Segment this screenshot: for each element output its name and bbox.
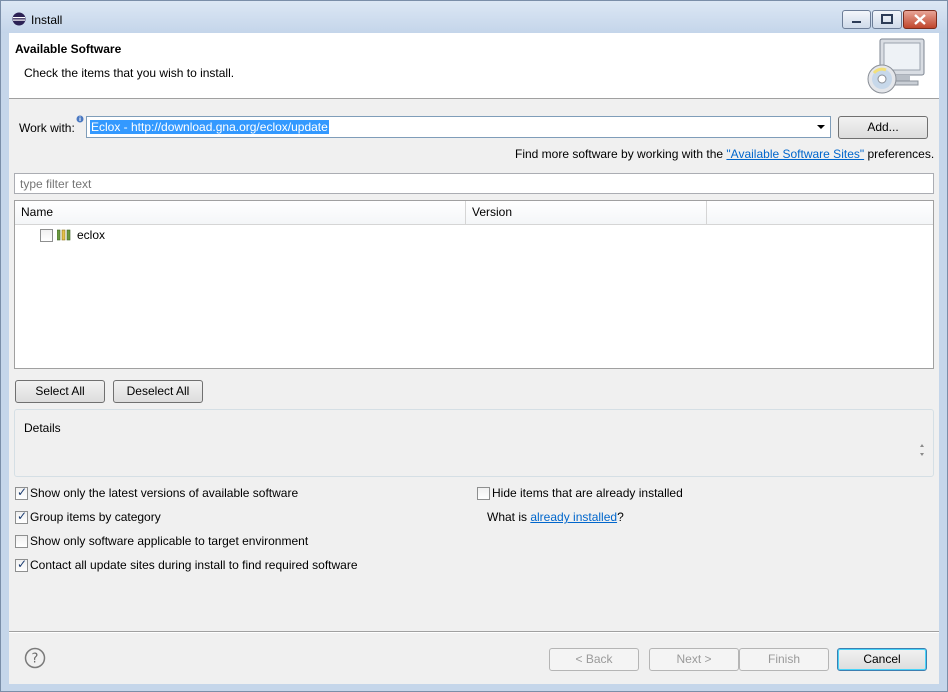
- finish-button[interactable]: Finish: [739, 648, 829, 671]
- available-software-sites-link[interactable]: "Available Software Sites": [726, 147, 864, 161]
- contact-update-sites-checkbox[interactable]: [15, 557, 28, 572]
- cancel-button[interactable]: Cancel: [837, 648, 927, 671]
- work-with-combo[interactable]: Eclox - http://download.gna.org/eclox/up…: [86, 116, 831, 138]
- latest-versions-label: Show only the latest versions of availab…: [30, 486, 299, 500]
- dialog-header: Available Software Check the items that …: [9, 33, 939, 99]
- maximize-button[interactable]: [872, 10, 902, 29]
- details-group: Details: [14, 409, 934, 477]
- contact-update-sites-label: Contact all update sites during install …: [30, 558, 358, 572]
- hide-installed-label: Hide items that are already installed: [492, 486, 683, 500]
- close-icon: [914, 14, 926, 25]
- feature-icon: [57, 229, 71, 241]
- next-button[interactable]: Next >: [649, 648, 739, 671]
- install-window: Install Available Software Check the ite…: [0, 0, 948, 692]
- what-is-prefix: What is: [487, 510, 531, 524]
- eclipse-icon: [12, 12, 26, 26]
- target-environment-label: Show only software applicable to target …: [30, 534, 309, 548]
- more-software-prefix: Find more software by working with the: [515, 147, 727, 161]
- page-title: Available Software: [15, 42, 122, 56]
- minimize-button[interactable]: [842, 10, 871, 29]
- details-label: Details: [23, 421, 62, 435]
- dialog-body: Available Software Check the items that …: [9, 33, 939, 684]
- maximize-icon: [881, 14, 893, 24]
- target-environment-checkbox[interactable]: [15, 535, 28, 548]
- column-header-version[interactable]: Version: [466, 201, 707, 224]
- what-is-suffix: ?: [617, 510, 624, 524]
- more-software-text: Find more software by working with the "…: [515, 147, 934, 161]
- window-title: Install: [31, 13, 63, 27]
- svg-text:?: ?: [32, 652, 39, 667]
- filter-field[interactable]: [14, 173, 934, 194]
- title-bar[interactable]: Install: [1, 1, 947, 33]
- eclox-name: eclox: [77, 228, 106, 242]
- group-by-category-checkbox[interactable]: [15, 509, 28, 524]
- hide-installed-checkbox[interactable]: [477, 487, 490, 500]
- work-with-label: Work with:: [19, 121, 75, 135]
- back-button[interactable]: < Back: [549, 648, 639, 671]
- select-all-button[interactable]: Select All: [15, 380, 105, 403]
- help-icon[interactable]: ?: [24, 647, 46, 669]
- page-description: Check the items that you wish to install…: [24, 66, 235, 80]
- more-software-suffix: preferences.: [864, 147, 935, 161]
- info-icon: [76, 115, 84, 123]
- filter-input[interactable]: [18, 176, 922, 192]
- group-by-category-label: Group items by category: [30, 510, 161, 524]
- software-table: Name Version eclox: [14, 200, 934, 369]
- add-site-button[interactable]: Add...: [838, 116, 928, 139]
- latest-versions-checkbox[interactable]: [15, 485, 28, 500]
- close-button[interactable]: [903, 10, 937, 29]
- details-scroll-arrows[interactable]: [917, 442, 927, 458]
- deselect-all-button[interactable]: Deselect All: [113, 380, 203, 403]
- already-installed-link[interactable]: already installed: [530, 510, 617, 524]
- minimize-icon: [852, 21, 861, 23]
- column-header-name[interactable]: Name: [15, 201, 466, 224]
- install-cd-icon: [867, 38, 925, 94]
- dropdown-arrow-icon[interactable]: [814, 119, 828, 135]
- table-header: Name Version: [15, 201, 933, 225]
- table-row[interactable]: eclox: [15, 225, 933, 245]
- eclox-checkbox[interactable]: [40, 229, 53, 242]
- work-with-value[interactable]: Eclox - http://download.gna.org/eclox/up…: [90, 120, 329, 134]
- footer-separator: [9, 631, 939, 633]
- what-is-installed-text: What is already installed?: [487, 510, 624, 524]
